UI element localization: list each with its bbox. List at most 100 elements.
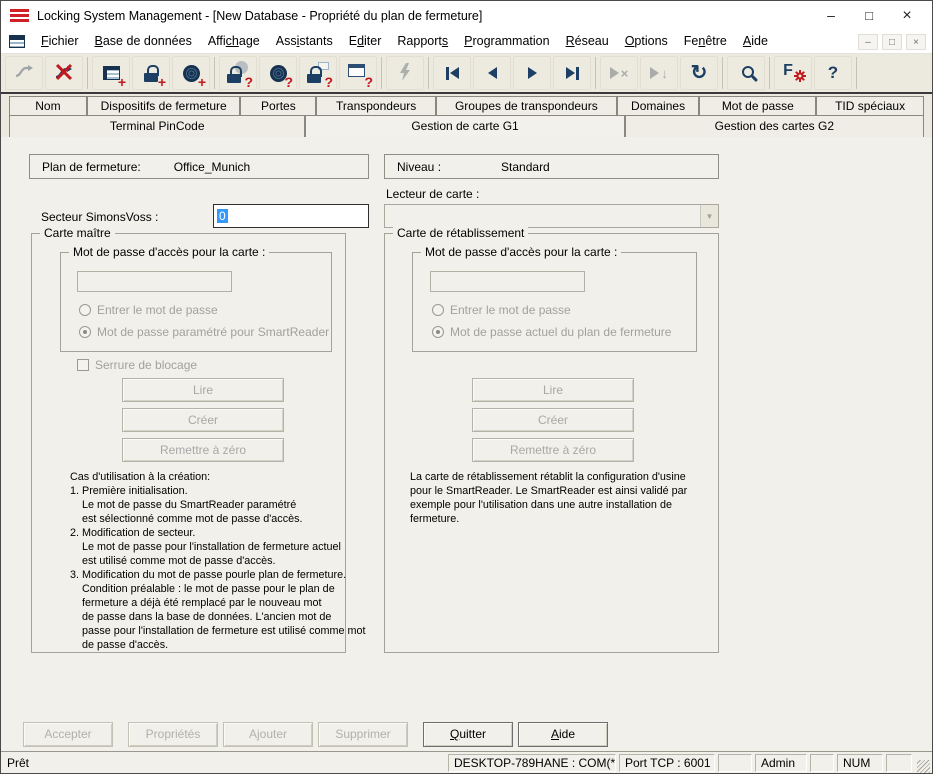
reset-creer-button: Créer: [472, 408, 634, 432]
tab-groupes-de-transpondeurs[interactable]: Groupes de transpondeurs: [436, 96, 617, 116]
tab-dispositifs-de-fermeture[interactable]: Dispositifs de fermeture: [87, 96, 241, 116]
carte-maitre-title: Carte maître: [40, 226, 115, 240]
carte-maitre-group: Carte maître Mot de passe d'accès pour l…: [31, 233, 346, 653]
toolbar-new-transponder-button[interactable]: +: [172, 56, 210, 90]
toolbar-next-record-button[interactable]: [513, 56, 551, 90]
toolbar-program-button[interactable]: [386, 56, 424, 90]
menu-base-de-donnees[interactable]: Base de données: [87, 30, 200, 53]
serrure-de-blocage-checkbox: Serrure de blocage: [77, 358, 197, 372]
gear-icon: [794, 70, 806, 85]
tab-nom[interactable]: Nom: [9, 96, 87, 116]
toolbar-read-transponder-button[interactable]: ?: [259, 56, 297, 90]
window-title: Locking System Management - [New Databas…: [37, 9, 812, 23]
quitter-button[interactable]: Quitter: [423, 722, 513, 747]
plan-de-fermeture-panel: Plan de fermeture: Office_Munich: [29, 154, 369, 179]
master-creer-button: Créer: [122, 408, 284, 432]
toolbar-read-lock-card-button[interactable]: ?: [299, 56, 337, 90]
app-logo-icon: [10, 9, 29, 22]
niveau-panel: Niveau : Standard: [384, 154, 719, 179]
toolbar-refresh-button[interactable]: ↻: [680, 56, 718, 90]
toolbar-connect-button[interactable]: [5, 56, 43, 90]
toolbar-previous-record-button[interactable]: [473, 56, 511, 90]
resize-grip[interactable]: [917, 760, 930, 773]
status-ready-text: Prêt: [3, 756, 448, 770]
checkbox-icon: [77, 359, 89, 371]
reset-password-group: Mot de passe d'accès pour la carte : Ent…: [412, 252, 697, 352]
filter-icon: F: [783, 62, 793, 80]
lecteur-de-carte-label: Lecteur de carte :: [386, 187, 479, 201]
application-window: Locking System Management - [New Databas…: [0, 0, 933, 774]
insert-record-icon: ↓: [650, 66, 668, 81]
supprimer-button: Supprimer: [318, 722, 408, 747]
tab-tid-speciaux[interactable]: TID spéciaux: [816, 96, 924, 116]
toolbar-first-record-button[interactable]: [433, 56, 471, 90]
master-lire-button: Lire: [122, 378, 284, 402]
previous-record-icon: [488, 67, 497, 79]
mdi-restore-icon[interactable]: □: [882, 34, 902, 50]
toolbar-new-locking-plan-button[interactable]: +: [92, 56, 130, 90]
proprietes-button: Propriétés: [128, 722, 218, 747]
tab-mot-de-passe[interactable]: Mot de passe: [699, 96, 816, 116]
plan-de-fermeture-label: Plan de fermeture:: [42, 160, 141, 174]
toolbar-filter-settings-button[interactable]: F: [774, 56, 812, 90]
mdi-minimize-icon[interactable]: –: [858, 34, 878, 50]
radio-icon: [79, 304, 91, 316]
remove-record-icon: ×: [610, 66, 629, 81]
minimize-icon[interactable]: –: [812, 1, 850, 30]
last-record-icon: [566, 67, 579, 80]
mdi-close-icon[interactable]: ×: [906, 34, 926, 50]
toolbar: + + + ? ? ? ?: [1, 54, 932, 94]
menu-bar: Fichier Base de données Affichage Assist…: [1, 30, 932, 54]
toolbar-read-lock-button[interactable]: ?: [219, 56, 257, 90]
tab-transpondeurs[interactable]: Transpondeurs: [316, 96, 436, 116]
status-empty-panel-1: [718, 754, 752, 772]
master-password-input: [77, 271, 232, 292]
reset-radio-enter-password: Entrer le mot de passe: [432, 303, 571, 317]
niveau-label: Niveau :: [397, 160, 441, 174]
accepter-button: Accepter: [23, 722, 113, 747]
tab-portes[interactable]: Portes: [240, 96, 316, 116]
lecteur-de-carte-dropdown[interactable]: ▼: [384, 204, 719, 228]
toolbar-read-window-button[interactable]: ?: [339, 56, 377, 90]
reset-password-group-title: Mot de passe d'accès pour la carte :: [421, 245, 621, 259]
menu-reseau[interactable]: Réseau: [558, 30, 617, 53]
toolbar-remove-record-button[interactable]: ×: [600, 56, 638, 90]
plan-de-fermeture-value: Office_Munich: [174, 160, 250, 174]
toolbar-disconnect-button[interactable]: [45, 56, 83, 90]
reset-password-input: [430, 271, 585, 292]
mdi-document-icon: [9, 35, 25, 48]
menu-rapports[interactable]: Rapports: [389, 30, 456, 53]
toolbar-help-button[interactable]: ?: [814, 56, 852, 90]
aide-button[interactable]: Aide: [518, 722, 608, 747]
tab-domaines[interactable]: Domaines: [617, 96, 700, 116]
maximize-icon[interactable]: □: [850, 1, 888, 30]
toolbar-new-lock-button[interactable]: +: [132, 56, 170, 90]
tab-gestion-de-carte-g1[interactable]: Gestion de carte G1: [305, 115, 624, 137]
menu-options[interactable]: Options: [617, 30, 676, 53]
menu-fichier[interactable]: Fichier: [33, 30, 87, 53]
tab-terminal-pincode[interactable]: Terminal PinCode: [9, 115, 305, 137]
status-port-panel: Port TCP : 6001: [619, 754, 715, 772]
status-empty-panel-3: [886, 754, 912, 772]
menu-editer[interactable]: Editer: [341, 30, 390, 53]
carte-de-retablissement-group: Carte de rétablissement Mot de passe d'a…: [384, 233, 719, 653]
secteur-simonsvoss-input[interactable]: 0: [213, 204, 369, 228]
toolbar-last-record-button[interactable]: [553, 56, 591, 90]
master-password-group-title: Mot de passe d'accès pour la carte :: [69, 245, 269, 259]
close-icon[interactable]: ×: [888, 1, 926, 30]
menu-programmation[interactable]: Programmation: [456, 30, 557, 53]
radio-selected-icon: [79, 326, 91, 338]
menu-aide[interactable]: Aide: [735, 30, 776, 53]
master-remettre-a-zero-button: Remettre à zéro: [122, 438, 284, 462]
radio-icon: [432, 304, 444, 316]
toolbar-insert-record-button[interactable]: ↓: [640, 56, 678, 90]
carte-de-retablissement-title: Carte de rétablissement: [393, 226, 528, 240]
title-bar: Locking System Management - [New Databas…: [1, 1, 932, 30]
tab-gestion-des-cartes-g2[interactable]: Gestion des cartes G2: [625, 115, 924, 137]
master-password-group: Mot de passe d'accès pour la carte : Ent…: [60, 252, 332, 352]
menu-assistants[interactable]: Assistants: [268, 30, 341, 53]
menu-affichage[interactable]: Affichage: [200, 30, 268, 53]
toolbar-search-button[interactable]: [727, 56, 765, 90]
reset-info-text: La carte de rétablissement rétablit la c…: [410, 470, 687, 526]
menu-fenetre[interactable]: Fenêtre: [676, 30, 735, 53]
